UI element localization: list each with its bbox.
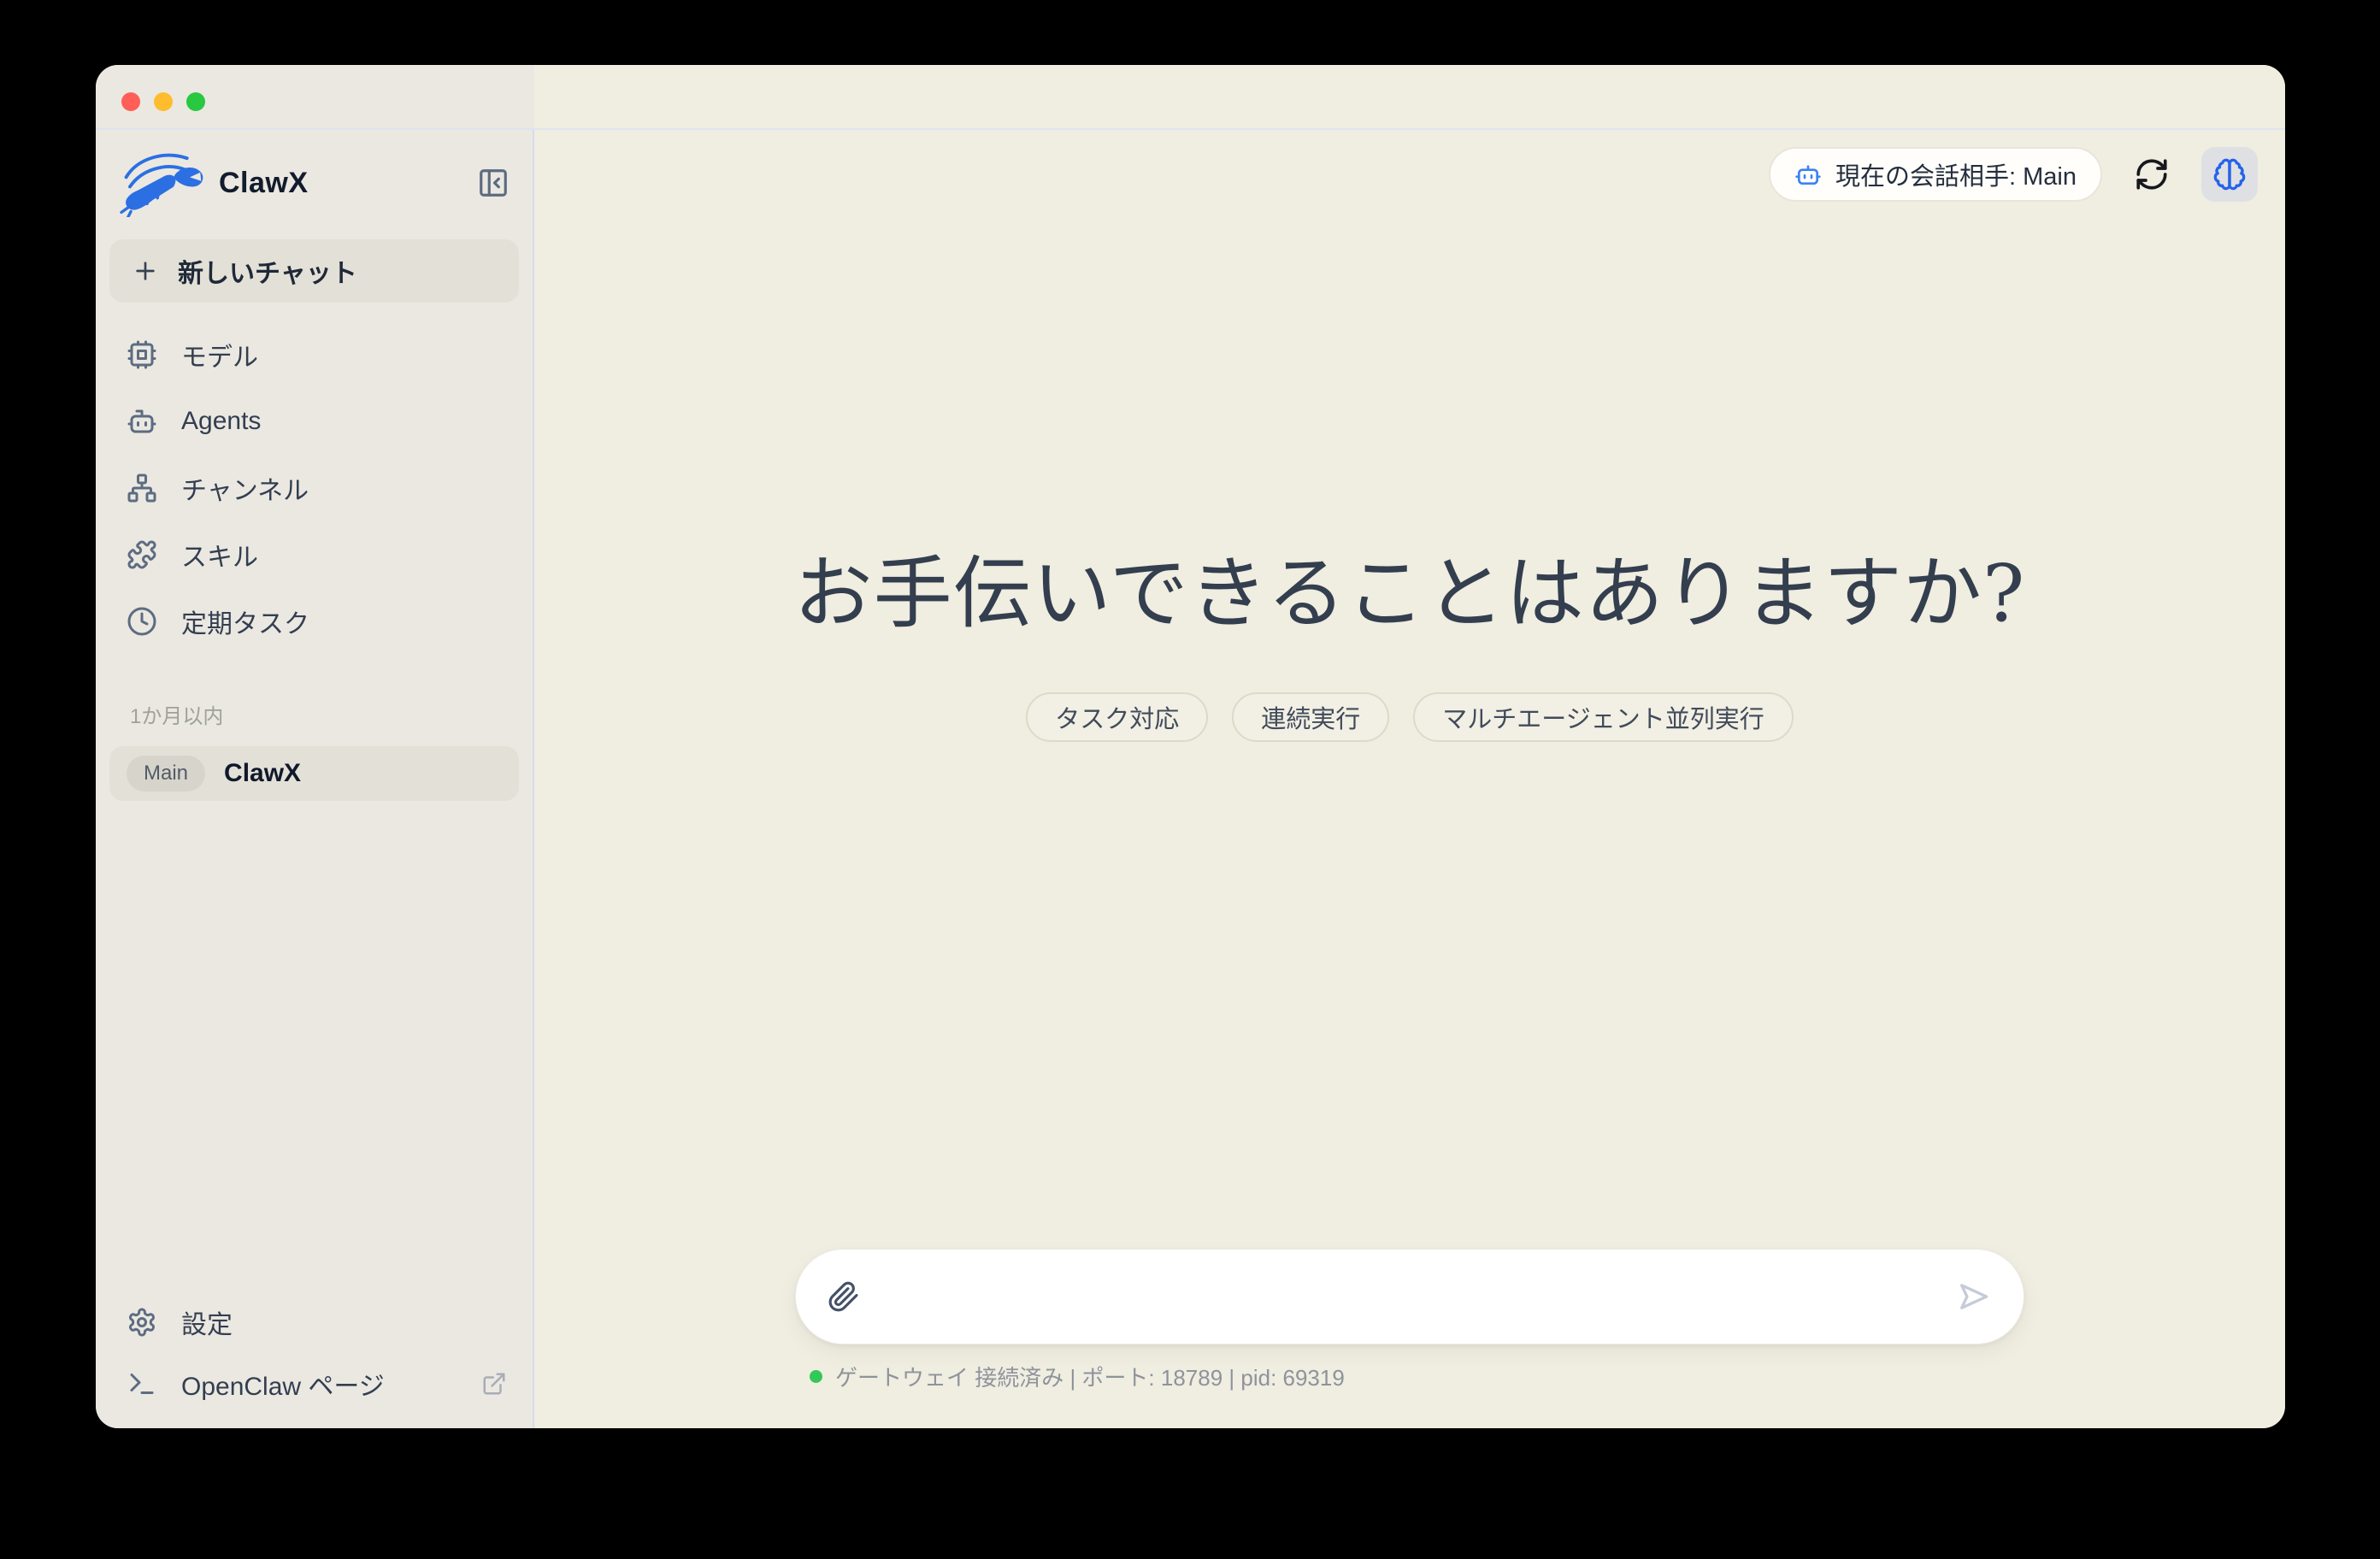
history-item-clawx[interactable]: Main ClawX [109,746,519,801]
terminal-icon [127,1368,157,1399]
external-link-icon [481,1371,507,1397]
send-icon [1955,1278,1993,1315]
sidebar-item-scheduled-tasks[interactable]: 定期タスク [96,588,533,655]
sidebar-item-label: モデル [181,336,258,374]
sidebar-item-label: スキル [181,536,258,574]
hero: お手伝いできることはありますか? タスク対応 連続実行 マルチエージェント並列実… [534,549,2285,742]
message-composer [795,1249,2024,1344]
header-actions: 現在の会話相手: Main [1769,147,2258,202]
conversation-badge-label: 現在の会話相手: Main [1835,156,2077,192]
bot-icon [1794,161,1822,188]
status-dot [810,1370,822,1383]
titlebar-right [534,65,2285,130]
sidebar: ClawX 新しいチャット モデル [96,130,534,1428]
sidebar-item-label: OpenClaw ページ [181,1365,385,1403]
sidebar-item-label: 設定 [181,1303,233,1341]
brain-icon [2212,157,2247,191]
sidebar-item-skills[interactable]: スキル [96,521,533,588]
send-button[interactable] [1953,1276,1994,1317]
history-item-title: ClawX [224,759,301,788]
new-chat-button[interactable]: 新しいチャット [109,239,519,303]
puzzle-icon [127,539,157,570]
plus-icon [132,257,159,285]
sidebar-header: ClawX [96,130,533,224]
gear-icon [127,1307,157,1338]
sidebar-item-agents[interactable]: Agents [96,388,533,455]
main-area: 現在の会話相手: Main お手伝いできることはありますか? タスク対応 連続実… [534,130,2285,1428]
suggestion-pills: タスク対応 連続実行 マルチエージェント並列実行 [534,692,2285,742]
clock-icon [127,606,157,637]
app-title: ClawX [219,167,309,200]
new-chat-label: 新しいチャット [178,252,357,290]
refresh-button[interactable] [2131,154,2172,195]
sidebar-nav: モデル Agents [96,321,533,655]
zoom-window-button[interactable] [186,92,205,111]
current-conversation-badge[interactable]: 現在の会話相手: Main [1769,147,2102,202]
sidebar-item-label: チャンネル [181,469,309,507]
lobster-logo-icon [118,149,210,217]
hero-headline: お手伝いできることはありますか? [534,549,2285,639]
gateway-status-bar: ゲートウェイ 接続済み | ポート: 18789 | pid: 69319 [810,1361,1345,1392]
sidebar-item-models[interactable]: モデル [96,321,533,388]
sidebar-spacer [96,801,533,1291]
titlebar-left [96,65,534,130]
attach-file-button[interactable] [825,1278,863,1315]
sidebar-collapse-button[interactable] [474,164,512,202]
message-input[interactable] [883,1271,1933,1322]
suggestion-continuous-run[interactable]: 連続実行 [1232,692,1389,742]
sidebar-item-openclaw-page[interactable]: OpenClaw ページ [96,1353,533,1415]
network-icon [127,473,157,503]
suggestion-multi-agent[interactable]: マルチエージェント並列実行 [1413,692,1793,742]
sidebar-item-settings[interactable]: 設定 [96,1291,533,1353]
sidebar-bottom-padding [96,1415,533,1428]
minimize-window-button[interactable] [154,92,173,111]
app-window: ClawX 新しいチャット モデル [96,65,2285,1428]
cpu-icon [127,339,157,370]
bot-icon [127,406,157,437]
panel-left-close-icon [477,167,510,199]
brain-button[interactable] [2201,147,2258,202]
status-text: ゲートウェイ 接続済み | ポート: 18789 | pid: 69319 [835,1361,1345,1392]
history-item-badge: Main [127,756,205,791]
paperclip-icon [828,1280,860,1313]
suggestion-task-support[interactable]: タスク対応 [1026,692,1208,742]
sidebar-item-channels[interactable]: チャンネル [96,455,533,521]
refresh-icon [2134,156,2170,192]
sidebar-item-label: 定期タスク [181,603,309,640]
history-section-label: 1か月以内 [130,699,533,729]
sidebar-item-label: Agents [181,407,261,436]
close-window-button[interactable] [121,92,140,111]
